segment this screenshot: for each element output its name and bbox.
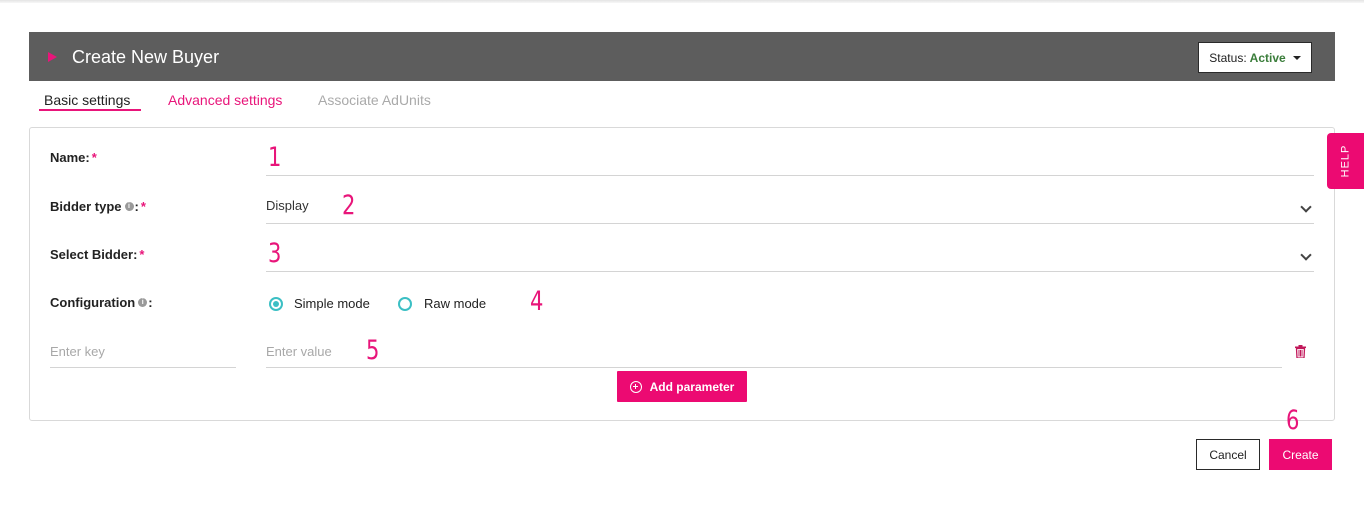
name-label: Name: * (50, 150, 97, 165)
add-parameter-label: Add parameter (649, 379, 735, 394)
key-input[interactable] (50, 367, 236, 368)
value-input-placeholder: Enter value (266, 344, 332, 359)
select-bidder-label: Select Bidder: * (50, 247, 145, 262)
caret-down-icon (1292, 55, 1301, 60)
annotation-5: 5 (366, 335, 380, 366)
annotation-3: 3 (268, 238, 282, 269)
create-button[interactable]: Create (1269, 439, 1332, 470)
required-mark: * (91, 150, 97, 165)
bidder-type-value: Display (266, 198, 309, 213)
bidder-type-select[interactable] (266, 223, 1314, 224)
status-dropdown[interactable]: Status: Active (1198, 42, 1312, 73)
annotation-1: 1 (268, 142, 282, 173)
collapse-triangle-icon[interactable] (48, 52, 57, 62)
annotation-6: 6 (1286, 405, 1300, 436)
annotation-4: 4 (530, 286, 544, 317)
key-input-placeholder: Enter key (50, 344, 105, 359)
add-parameter-button[interactable]: Add parameter (617, 371, 747, 402)
top-border (0, 0, 1364, 3)
simple-mode-radio[interactable] (269, 297, 283, 311)
status-prefix: Status: (1209, 50, 1247, 65)
value-input[interactable] (266, 367, 1282, 368)
raw-mode-label[interactable]: Raw mode (424, 296, 486, 311)
select-bidder-select[interactable] (266, 271, 1314, 272)
cancel-button[interactable]: Cancel (1196, 439, 1260, 470)
status-value: Active (1249, 50, 1286, 65)
raw-mode-radio[interactable] (398, 297, 412, 311)
help-tab[interactable]: HELP (1327, 133, 1364, 189)
tab-advanced-settings[interactable]: Advanced settings (168, 92, 282, 108)
annotation-2: 2 (342, 190, 356, 221)
required-mark: * (139, 247, 145, 262)
trash-icon[interactable] (1295, 345, 1306, 358)
name-input[interactable] (266, 175, 1314, 176)
tab-associate-adunits: Associate AdUnits (318, 92, 431, 108)
plus-circle-icon (629, 380, 642, 393)
page-title: Create New Buyer (72, 47, 220, 67)
tab-basic-settings[interactable]: Basic settings (44, 92, 130, 108)
configuration-label: Configuration i: (50, 295, 153, 310)
help-label: HELP (1339, 144, 1352, 178)
required-mark: * (140, 199, 146, 214)
simple-mode-label[interactable]: Simple mode (294, 296, 370, 311)
page-header: Create New Buyer Status: Active (29, 32, 1335, 81)
bidder-type-label: Bidder type i: * (50, 199, 146, 214)
info-icon: i (138, 298, 148, 307)
active-tab-underline (39, 109, 141, 111)
info-icon: i (124, 202, 134, 211)
